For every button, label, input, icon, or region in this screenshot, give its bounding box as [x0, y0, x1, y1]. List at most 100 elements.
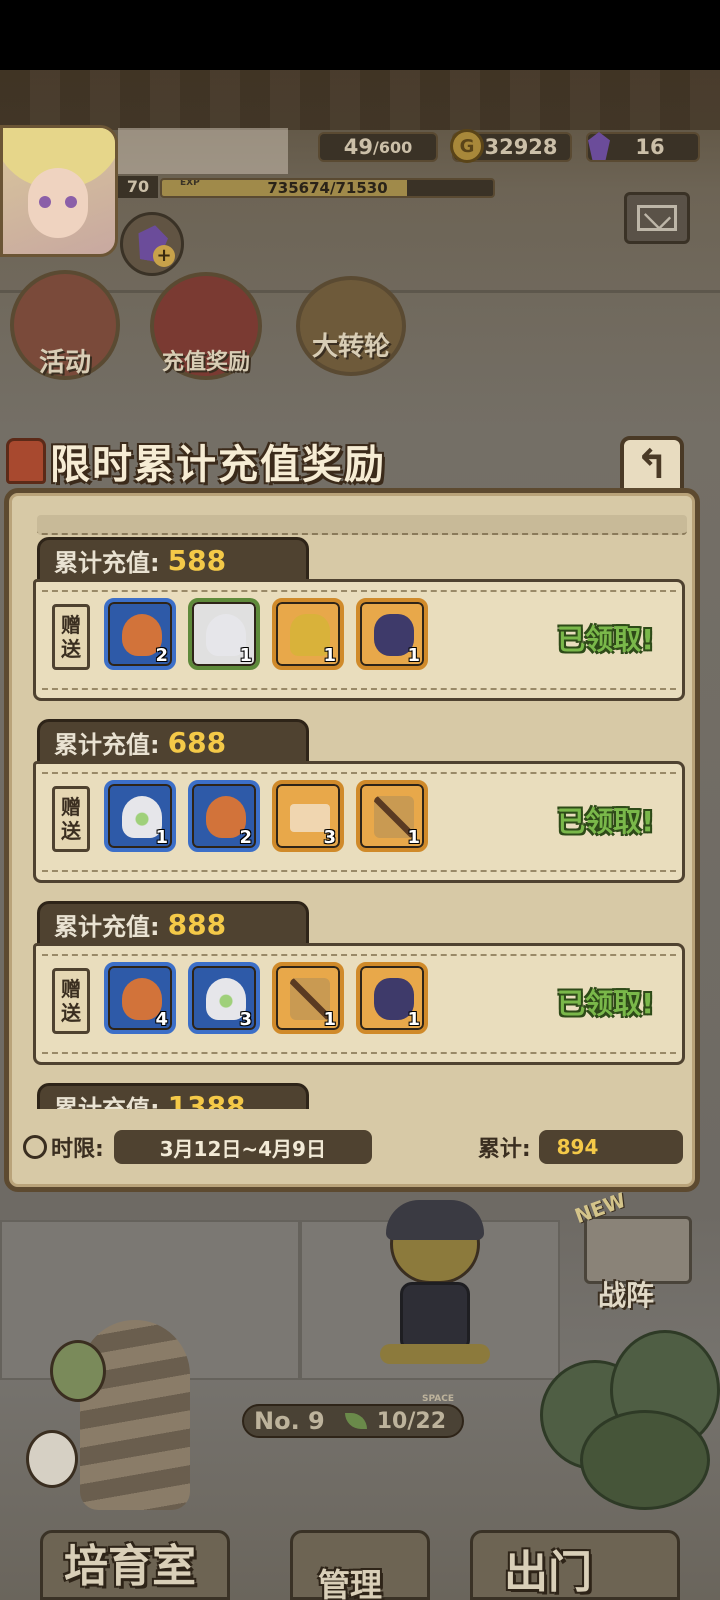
- recharge-reward-label: 充值奖励: [161, 350, 250, 375]
- tier-label: 累计充值:: [54, 912, 160, 941]
- item-quantity: 1: [323, 645, 336, 666]
- claimed-status: 已领取!: [557, 623, 654, 656]
- tier-rewards: 赠送 4 3 1 1 已领取!: [33, 943, 685, 1065]
- gift-char: 赠: [61, 977, 81, 1001]
- reward-item[interactable]: 1: [356, 780, 428, 852]
- chest-icon: [6, 438, 46, 484]
- item-quantity: 1: [155, 827, 168, 848]
- exp-text: 735674/71530: [267, 179, 388, 197]
- time-label: 时限:: [51, 1137, 104, 1162]
- reward-item[interactable]: 1: [356, 598, 428, 670]
- tier-label: 累计充值:: [54, 548, 160, 577]
- wheel-button[interactable]: 大转轮: [296, 276, 406, 376]
- tier-threshold: 588: [167, 543, 227, 577]
- gift-char: 送: [61, 1001, 81, 1025]
- reward-item[interactable]: 2: [188, 780, 260, 852]
- list-top-strip: [37, 515, 687, 535]
- status-bar-area: [0, 0, 720, 70]
- panel-title-banner: 限时累计充值奖励: [6, 430, 386, 492]
- recharge-reward-button[interactable]: 充值奖励: [150, 272, 262, 380]
- tier-label: 累计充值:: [54, 730, 160, 759]
- tier-header: 累计充值: 688: [37, 719, 309, 765]
- space-capacity: 10/22: [376, 1408, 447, 1434]
- gift-char: 送: [61, 637, 81, 661]
- nursery-scene: [0, 1320, 210, 1520]
- plus-icon: +: [153, 245, 175, 267]
- reward-item[interactable]: 1: [272, 598, 344, 670]
- tier-threshold: 688: [167, 725, 227, 759]
- tier-rewards: 赠送 2 1 1 1 已领取!: [33, 579, 685, 701]
- stamina-box: 49/600: [318, 132, 438, 162]
- total-label: 累计:: [477, 1137, 531, 1162]
- panel-title: 限时累计充值奖励: [50, 442, 386, 488]
- reward-item[interactable]: 3: [188, 962, 260, 1034]
- gift-char: 送: [61, 819, 81, 843]
- clock-icon: [23, 1135, 47, 1159]
- item-quantity: 2: [239, 827, 252, 848]
- reward-tier: 累计充值: 588 赠送 2 1 1 1 已领取!: [29, 537, 689, 707]
- bottom-nav: 培育室 管理 出门: [0, 1500, 720, 1600]
- reward-tier: 累计充值: 1388: [29, 1083, 689, 1109]
- reward-item[interactable]: 1: [272, 962, 344, 1034]
- reward-panel: 累计充值: 588 赠送 2 1 1 1 已领取! 累计充值: 688 赠送 1 2 3 1 已领取! 累计充值…: [4, 488, 700, 1192]
- green-egg-icon: [50, 1340, 106, 1402]
- gem-value: 16: [635, 135, 665, 159]
- item-quantity: 3: [323, 827, 336, 848]
- reward-tier: 累计充值: 688 赠送 1 2 3 1 已领取!: [29, 719, 689, 889]
- item-quantity: 1: [407, 827, 420, 848]
- gift-char: 赠: [61, 795, 81, 819]
- player-avatar[interactable]: [0, 125, 118, 257]
- item-quantity: 1: [407, 1009, 420, 1030]
- nav-manage-label: 管理: [318, 1566, 383, 1600]
- buy-gems-button[interactable]: +: [120, 212, 184, 276]
- tier-list[interactable]: 累计充值: 588 赠送 2 1 1 1 已领取! 累计充值: 688 赠送 1 2 3 1 已领取! 累计充值…: [29, 503, 689, 1109]
- claimed-status: 已领取!: [557, 805, 654, 838]
- item-quantity: 1: [323, 1009, 336, 1030]
- total-value: 894: [538, 1130, 683, 1164]
- leaf-icon: [344, 1413, 367, 1429]
- gold-value: 32928: [484, 135, 558, 159]
- item-quantity: 3: [239, 1009, 252, 1030]
- gift-tag: 赠送: [52, 968, 90, 1034]
- player-level: 70: [118, 176, 158, 198]
- gift-char: 赠: [61, 613, 81, 637]
- envelope-icon: [637, 205, 677, 231]
- claimed-status: 已领取!: [557, 987, 654, 1020]
- reward-item[interactable]: 3: [272, 780, 344, 852]
- mail-button[interactable]: [624, 192, 690, 244]
- reward-item[interactable]: 1: [188, 598, 260, 670]
- panel-footer: 时限: 3月12日~4月9日 累计: 894: [17, 1123, 689, 1171]
- wood-ceiling: [0, 70, 720, 130]
- reward-item[interactable]: 1: [104, 780, 176, 852]
- tier-label: 累计充值:: [54, 1094, 160, 1110]
- tier-rewards: 赠送 1 2 3 1 已领取!: [33, 761, 685, 883]
- reward-item[interactable]: 1: [356, 962, 428, 1034]
- item-quantity: 2: [155, 645, 168, 666]
- player-name-blurred: [118, 128, 288, 174]
- reward-item[interactable]: 4: [104, 962, 176, 1034]
- tier-header: 累计充值: 588: [37, 537, 309, 583]
- swirl-egg-icon: [26, 1430, 78, 1488]
- item-quantity: 1: [407, 645, 420, 666]
- battle-formation-label: 战阵: [598, 1279, 655, 1312]
- stamina-max: /600: [372, 137, 413, 157]
- activity-button[interactable]: 活动: [10, 270, 120, 380]
- room-number: No. 9: [254, 1407, 325, 1435]
- tier-threshold: 1388: [167, 1089, 246, 1110]
- gold-coin-icon: G: [450, 129, 484, 163]
- exp-bar: EXP 735674/71530: [160, 178, 495, 198]
- tier-header: 累计充值: 888: [37, 901, 309, 947]
- gift-tag: 赠送: [52, 786, 90, 852]
- wheel-label: 大转轮: [311, 332, 390, 362]
- pet-character[interactable]: [360, 1200, 510, 1370]
- stamina-value: 49: [343, 135, 373, 159]
- item-quantity: 1: [239, 645, 252, 666]
- tier-threshold: 888: [167, 907, 227, 941]
- battle-formation-button[interactable]: NEW 战阵: [571, 1188, 694, 1312]
- nav-nursery-label: 培育室: [64, 1541, 196, 1592]
- space-tag: SPACE: [422, 1394, 454, 1404]
- gift-tag: 赠送: [52, 604, 90, 670]
- date-range: 3月12日~4月9日: [113, 1130, 372, 1164]
- activity-label: 活动: [38, 348, 91, 378]
- reward-item[interactable]: 2: [104, 598, 176, 670]
